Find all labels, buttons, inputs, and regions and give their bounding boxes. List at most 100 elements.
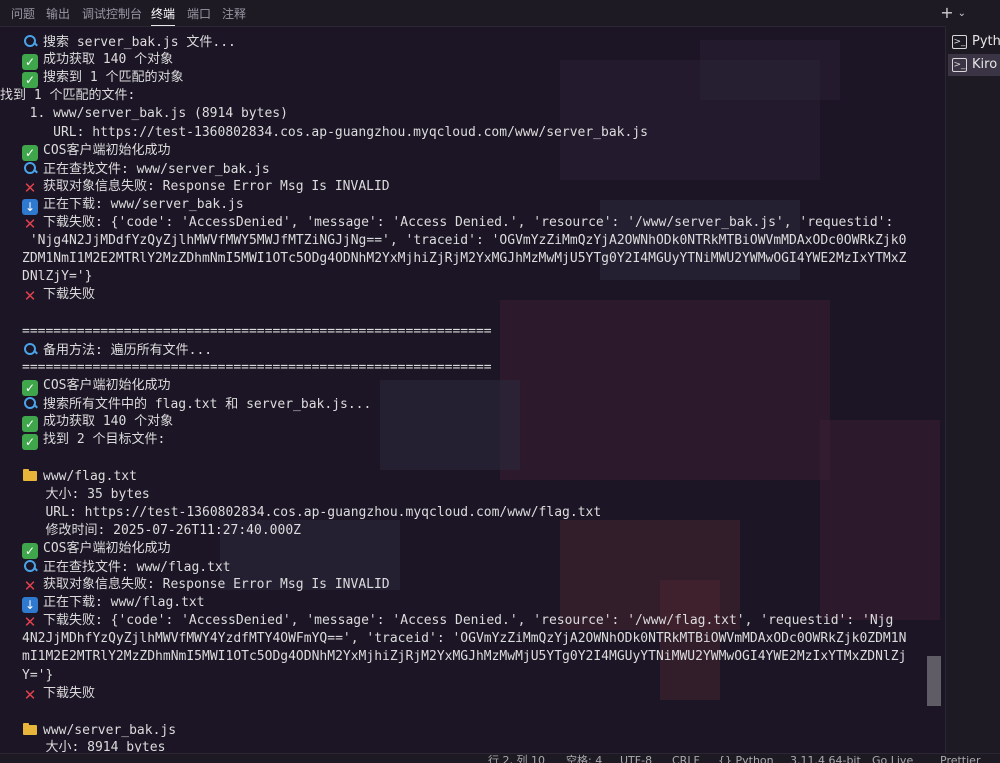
check-icon: ✓ [22,144,38,161]
terminal-item-label: Pyth [972,34,1000,49]
terminal-line: 修改时间: 2025-07-26T11:27:40.000Z [22,522,934,540]
error-icon: ✕ [23,215,37,233]
terminal-line-text: 下载失败 [43,685,96,701]
terminal-line-text: 正在下载: www/flag.txt [43,595,205,611]
terminal-icon: >_ [952,35,967,49]
terminal-icon: >_ [952,58,967,72]
terminal-line: 搜索所有文件中的 flag.txt 和 server_bak.js... [22,395,934,414]
terminal-line-text: 找到 1 个匹配的文件: [0,88,136,104]
terminal-item-label: Kiro [972,57,998,72]
terminal-scrollbar[interactable] [927,28,941,752]
search-icon [22,558,38,574]
terminal-line-text: 获取对象信息失败: Response Error Msg Is INVALID [43,178,390,194]
tab-debug-console[interactable]: 调试控制台 [82,5,142,22]
terminal-line: ✕ 下载失败 [22,286,934,304]
folder-icon [22,721,38,737]
terminal-line-text: COS客户端初始化成功 [43,540,171,556]
terminal-line: ✓ 成功获取 140 个对象 [22,51,934,71]
terminal-line-text: DNlZjY='} [22,269,93,285]
terminal-output[interactable]: 搜索 server_bak.js 文件... ✓ 成功获取 140 个对象 ✓ 搜索到 … [0,28,935,752]
terminal-line: DNlZjY='} [22,268,934,286]
terminal-line: 1. www/server_bak.js (8914 bytes) [14,105,926,123]
terminal-line: ↓ 正在下载: www/flag.txt [22,594,934,614]
panel-tab-bar: 问题 输出 调试控制台 终端 端口 注释 + ⌄ [0,0,1000,27]
terminal-line: ✕ 获取对象信息失败: Response Error Msg Is INVALID [22,178,934,196]
terminal-line-text: ZDM1NmI1M2E2MTRlY2MzZDhmNmI5MWI1OTc5ODg4… [22,251,907,267]
terminal-line: URL: https://test-1360802834.cos.ap-guan… [14,124,926,142]
search-icon [22,160,38,176]
terminal-line-text: URL: https://test-1360802834.cos.ap-guan… [14,124,648,140]
new-terminal-plus-icon[interactable]: + [940,3,953,22]
tab-ports[interactable]: 端口 [187,5,211,22]
tab-output[interactable]: 输出 [46,5,70,22]
terminal-line: 'Njg4N2JjMDdfYzQyZjlhMWVfMWY5MWJfMTZiNGJ… [22,232,934,250]
terminal-line: 大小: 8914 bytes [22,739,934,752]
error-icon: ✕ [23,685,37,704]
terminal-item-python[interactable]: >_ Pyth [948,31,1000,53]
tab-terminal[interactable]: 终端 [151,5,176,26]
terminal-line: ✕ 下载失败 [22,685,934,703]
terminal-line: 大小: 35 bytes [22,486,934,504]
terminal-line: ✓ 找到 2 个目标文件: [22,431,934,451]
terminal-line: ✕ 获取对象信息失败: Response Error Msg Is INVALID [22,576,934,594]
terminal-line-text: 成功获取 140 个对象 [43,52,174,68]
terminal-line-text: COS客户端初始化成功 [43,142,171,158]
terminal-line-text: ========================================… [22,323,492,339]
terminal-line-text: 搜索 server_bak.js 文件... [43,35,236,50]
terminal-line: ✓ COS客户端初始化成功 [22,377,934,396]
folder-icon [22,467,38,483]
terminal-line: ✓ 搜索到 1 个匹配的对象 [22,69,934,89]
terminal-line-text: 'Njg4N2JjMDdfYzQyZjlhMWVfMWY5MWJfMTZiNGJ… [22,233,907,249]
terminal-list-panel: >_ Pyth >_ Kiro [945,26,1000,754]
check-icon: ✓ [22,416,38,433]
terminal-line-text: 正在下载: www/server_bak.js [43,196,244,212]
terminal-line: ✓ 成功获取 140 个对象 [22,413,934,433]
terminal-line: ========================================… [22,323,934,341]
terminal-line: 搜索 server_bak.js 文件... [22,33,934,52]
chevron-down-icon[interactable]: ⌄ [958,8,966,19]
check-icon: ✓ [22,434,38,451]
tab-problems[interactable]: 问题 [11,5,35,22]
check-icon: ✓ [22,54,38,71]
terminal-line-text: www/server_bak.js [43,722,177,738]
terminal-line: ✕ 下载失败: {'code': 'AccessDenied', 'message… [22,214,934,232]
terminal-line: 备用方法: 遍历所有文件... [22,341,934,360]
terminal-line: 找到 1 个匹配的文件: [0,87,912,105]
terminal-line-text: ========================================… [22,359,492,375]
terminal-line-text: URL: https://test-1360802834.cos.ap-guan… [22,504,602,520]
terminal-line-text: 4N2JjMDhfYzQyZjlhMWVfMWY4YzdfMTY4OWFmYQ=… [22,631,907,647]
terminal-line: 正在查找文件: www/flag.txt [22,558,934,577]
terminal-line-text: 大小: 8914 bytes [22,739,166,752]
terminal-line-text: 找到 2 个目标文件: [43,432,166,448]
terminal-line: URL: https://test-1360802834.cos.ap-guan… [22,504,934,522]
terminal-line: www/server_bak.js [22,721,934,740]
search-icon [22,341,38,357]
terminal-line-text: 下载失败: {'code': 'AccessDenied', 'message'… [43,613,894,629]
terminal-line-text: 搜索到 1 个匹配的对象 [43,70,184,86]
search-icon [22,395,38,411]
terminal-line-text: COS客户端初始化成功 [43,377,171,393]
terminal-line: ✓ COS客户端初始化成功 [22,142,934,161]
terminal-line-text: 下载失败: {'code': 'AccessDenied', 'message'… [43,215,894,230]
terminal-line-text: 成功获取 140 个对象 [43,414,174,430]
terminal-line-text: 大小: 35 bytes [22,486,150,502]
error-icon: ✕ [23,287,37,306]
terminal-line: ✓ COS客户端初始化成功 [22,540,934,559]
terminal-line-text: 正在查找文件: www/server_bak.js [43,161,270,177]
scrollbar-thumb[interactable] [927,656,941,706]
terminal-line-text: 获取对象信息失败: Response Error Msg Is INVALID [43,577,390,592]
terminal-line: ========================================… [22,359,934,377]
terminal-line-text: www/flag.txt [43,469,137,485]
check-icon: ✓ [22,542,38,559]
terminal-line-text: 1. www/server_bak.js (8914 bytes) [14,106,288,122]
terminal-line: Y='} [22,667,934,685]
search-icon [22,33,38,49]
terminal-line-text: 下载失败 [43,287,96,303]
error-icon: ✕ [23,178,37,197]
tab-comments[interactable]: 注释 [222,5,246,22]
terminal-line: 正在查找文件: www/server_bak.js [22,160,934,179]
error-icon: ✕ [23,613,37,632]
terminal-line-text: 正在查找文件: www/flag.txt [43,559,231,575]
terminal-actions: + ⌄ [940,3,966,22]
terminal-item-kiro[interactable]: >_ Kiro [948,54,1000,76]
